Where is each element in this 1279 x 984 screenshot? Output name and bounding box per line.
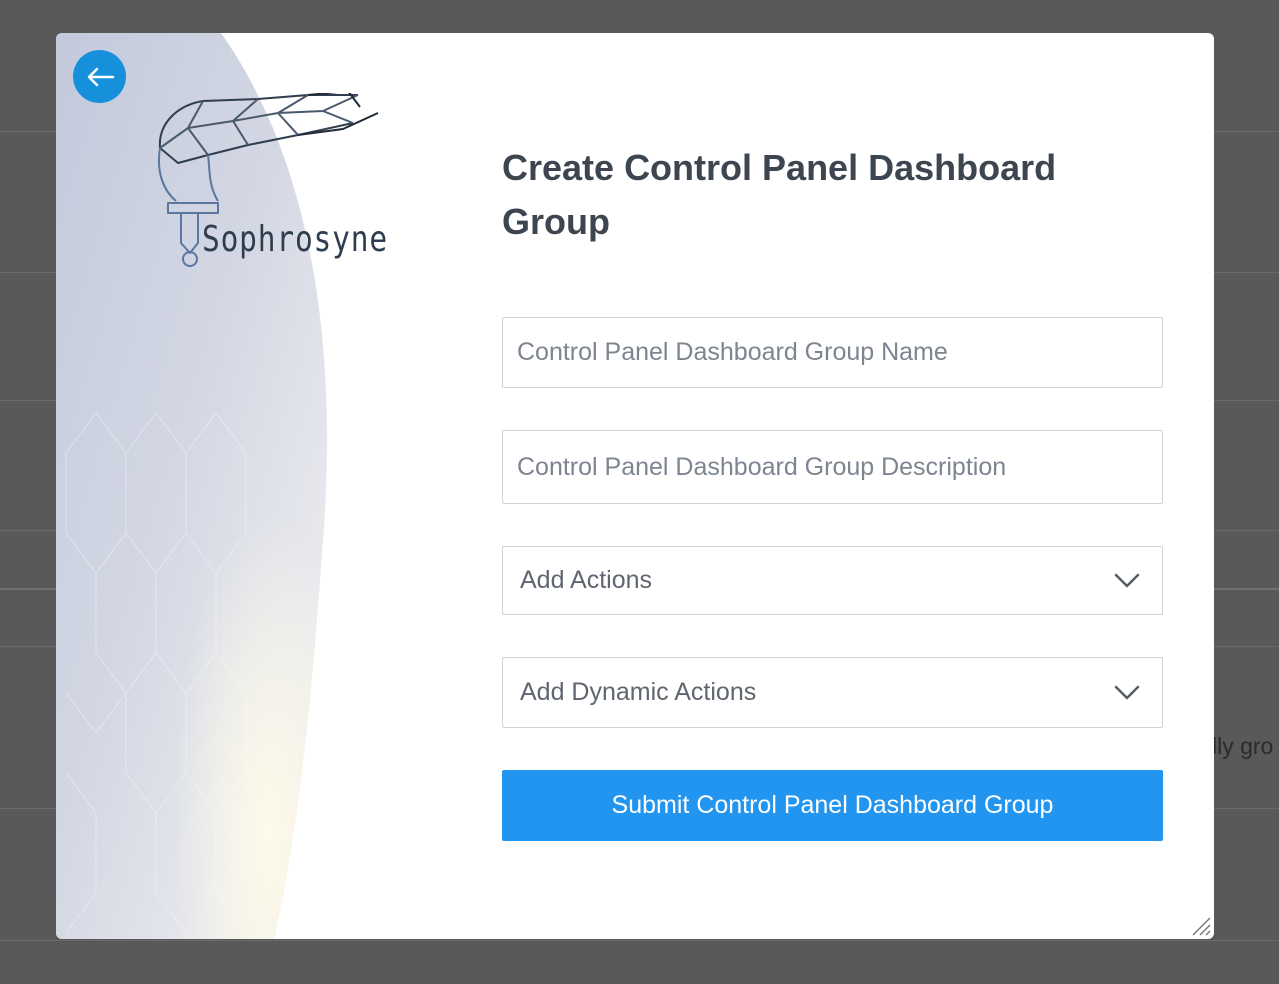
create-group-form: Create Control Panel Dashboard Group Add… <box>502 33 1164 939</box>
create-group-modal: Sophrosyne Create Control Panel Dashboar… <box>56 33 1214 939</box>
add-dynamic-actions-label: Add Dynamic Actions <box>520 678 757 706</box>
group-name-input[interactable] <box>503 318 1162 387</box>
page-title: Create Control Panel Dashboard Group <box>502 147 1057 242</box>
resize-handle-icon[interactable] <box>1189 914 1211 936</box>
arrow-left-icon <box>87 67 114 86</box>
background-partial-text: lly gro <box>1212 733 1274 759</box>
add-dynamic-actions-select[interactable]: Add Dynamic Actions <box>502 657 1163 728</box>
chevron-down-icon <box>1114 685 1140 699</box>
submit-group-button[interactable]: Submit Control Panel Dashboard Group <box>502 770 1163 841</box>
logo-wordmark: Sophrosyne <box>202 219 388 260</box>
group-description-field <box>502 430 1163 504</box>
add-actions-label: Add Actions <box>520 566 653 594</box>
chevron-down-icon <box>1114 573 1140 587</box>
add-actions-select[interactable]: Add Actions <box>502 546 1163 615</box>
group-name-field <box>502 317 1163 388</box>
group-description-input[interactable] <box>503 431 1162 503</box>
back-button[interactable] <box>73 50 126 103</box>
